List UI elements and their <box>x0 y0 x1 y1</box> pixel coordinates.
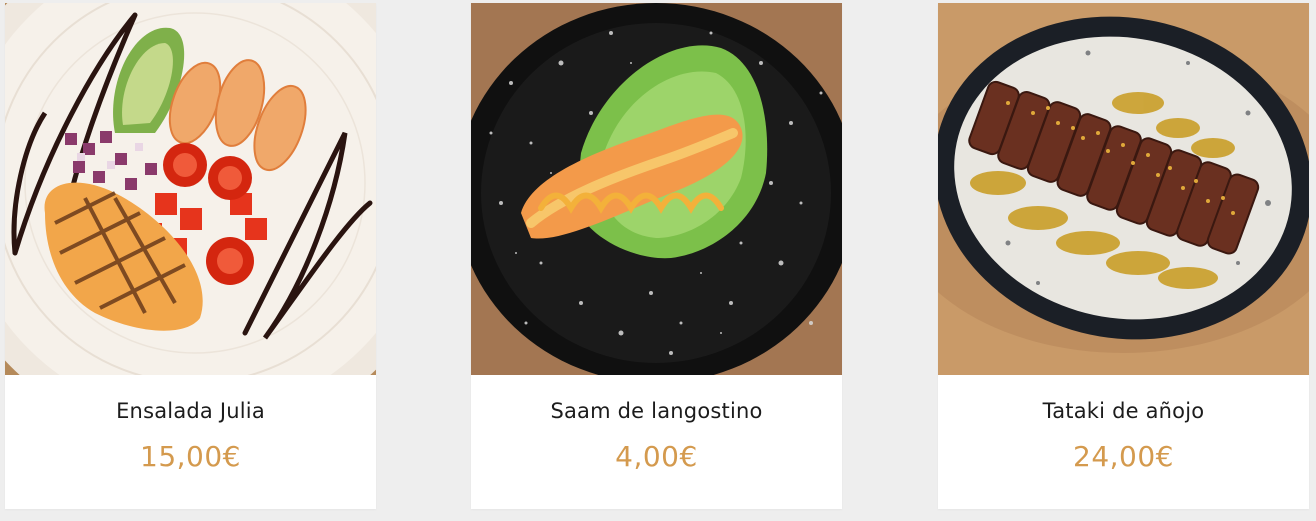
product-name[interactable]: Ensalada Julia <box>5 399 376 423</box>
product-card-saam-de-langostino[interactable]: Saam de langostino 4,00€ <box>471 3 842 509</box>
product-name[interactable]: Tataki de añojo <box>938 399 1309 423</box>
product-name[interactable]: Saam de langostino <box>471 399 842 423</box>
salad-plate-image[interactable] <box>5 3 376 375</box>
beef-tataki-image[interactable] <box>938 3 1309 375</box>
product-price: 4,00€ <box>615 440 698 473</box>
product-price: 15,00€ <box>140 440 241 473</box>
product-card-tataki-de-anojo[interactable]: Tataki de añojo 24,00€ <box>938 3 1309 509</box>
product-price: 24,00€ <box>1073 440 1174 473</box>
prawn-lettuce-image[interactable] <box>471 3 842 375</box>
product-grid: Ensalada Julia 15,00€ Saam de langostino… <box>0 0 1316 521</box>
product-card-ensalada-julia[interactable]: Ensalada Julia 15,00€ <box>5 3 376 509</box>
